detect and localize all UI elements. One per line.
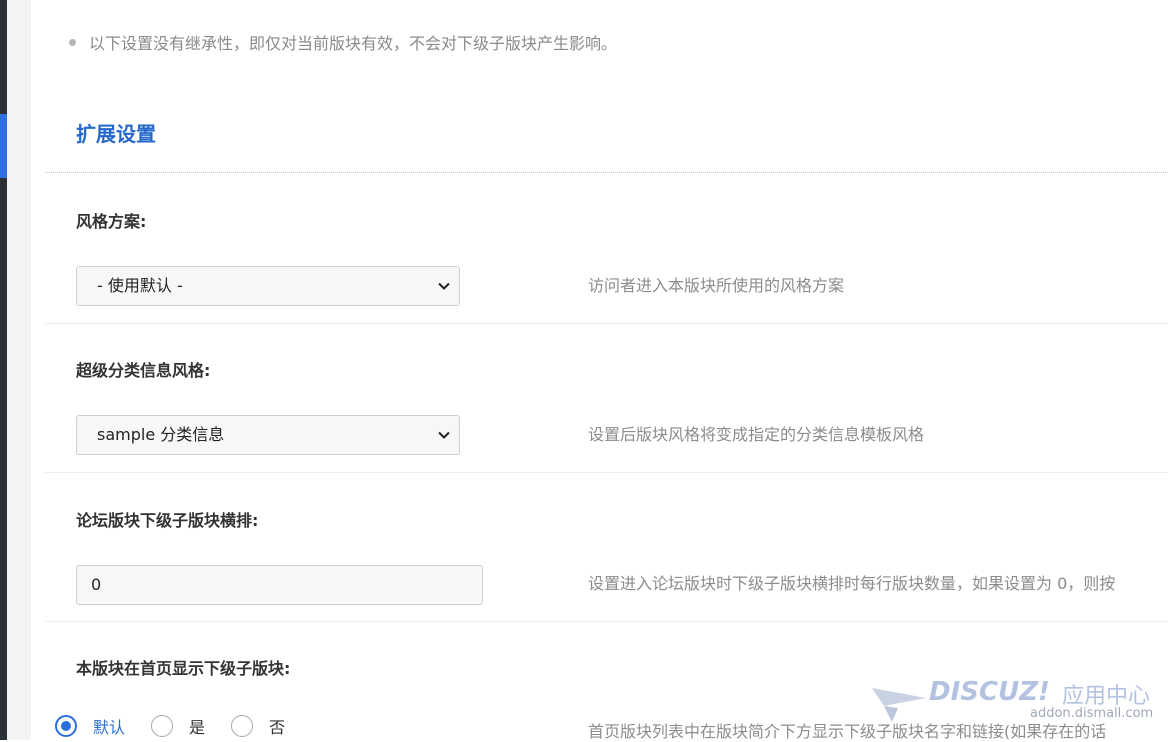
row-divider [45,621,1168,622]
inheritance-tip: 以下设置没有继承性，即仅对当前版块有效，不会对下级子版块产生影响。 [69,30,617,54]
radio-default-label[interactable]: 默认 [93,714,125,738]
threadtype-style-select[interactable]: sample 分类信息 [76,415,460,455]
tip-text: 以下设置没有继承性，即仅对当前版块有效，不会对下级子版块产生影响。 [89,34,618,53]
threadtype-style-description: 设置后版块风格将变成指定的分类信息模板风格 [588,425,925,444]
show-subforums-radio-group: 默认 是 否 [55,712,311,740]
section-title: 扩展设置 [76,122,156,146]
threadtype-style-value: sample 分类信息 [97,425,225,444]
show-subforums-label: 本版块在首页显示下级子版块: [76,659,291,678]
subforum-columns-description: 设置进入论坛版块时下级子版块横排时每行版块数量，如果设置为 0，则按 [588,574,1116,593]
chevron-down-icon [438,282,450,290]
page-gutter [7,0,31,740]
subforum-columns-label: 论坛版块下级子版块横排: [76,511,259,530]
radio-default[interactable] [55,715,77,737]
style-scheme-label: 风格方案: [76,212,147,231]
chevron-down-icon [438,431,450,439]
radio-yes-label[interactable]: 是 [189,714,205,738]
subforum-columns-value: 0 [91,575,102,594]
watermark-brand: DISCUZ! [929,677,1050,707]
row-divider [45,323,1168,324]
row-divider [45,472,1168,473]
style-scheme-value: - 使用默认 - [97,276,183,295]
rail-active-indicator [0,114,7,178]
threadtype-style-label: 超级分类信息风格: [76,361,211,380]
watermark-url: addon.dismall.com [1030,706,1154,721]
radio-no[interactable] [231,715,254,737]
settings-panel: 以下设置没有继承性，即仅对当前版块有效，不会对下级子版块产生影响。 扩展设置 风… [31,0,1168,741]
radio-no-label[interactable]: 否 [269,714,285,738]
left-rail [0,0,7,740]
style-scheme-select[interactable]: - 使用默认 - [76,266,460,306]
radio-yes[interactable] [151,715,174,737]
bullet-icon [69,39,76,46]
style-scheme-description: 访问者进入本版块所使用的风格方案 [588,276,845,295]
subforum-columns-input[interactable]: 0 [76,565,483,605]
section-divider [45,172,1168,173]
